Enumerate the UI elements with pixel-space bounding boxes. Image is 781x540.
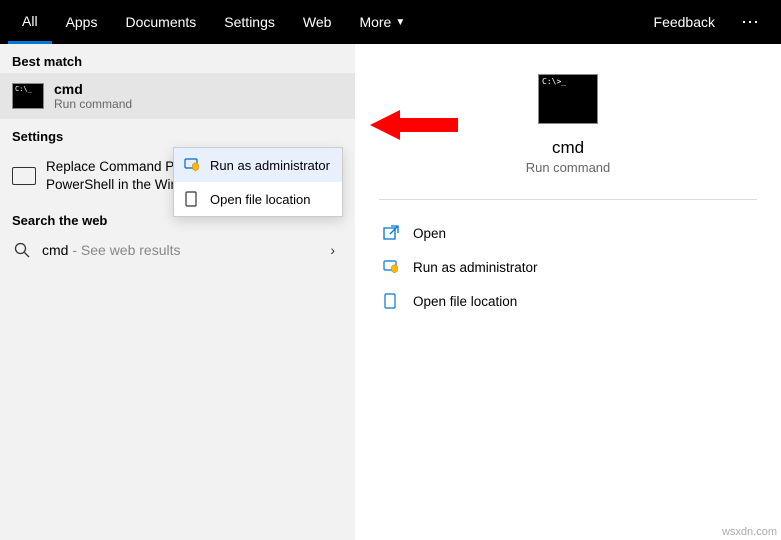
red-arrow-annotation — [370, 105, 460, 145]
cmd-icon — [12, 83, 44, 109]
action-run-as-admin[interactable]: Run as administrator — [379, 250, 757, 284]
preview-title: cmd — [552, 138, 584, 158]
settings-header: Settings — [0, 119, 355, 148]
action-open[interactable]: Open — [379, 216, 757, 250]
best-match-header: Best match — [0, 44, 355, 73]
feedback-button[interactable]: Feedback — [640, 14, 729, 30]
more-options-icon[interactable]: ⋯ — [729, 12, 773, 33]
action-run-as-admin-label: Run as administrator — [413, 260, 538, 275]
web-result-text: cmd - See web results — [42, 242, 324, 258]
action-open-file-location-label: Open file location — [413, 294, 517, 309]
tab-more-label: More — [359, 14, 391, 30]
search-tab-bar: All Apps Documents Settings Web More ▼ F… — [0, 0, 781, 44]
ctx-open-file-location[interactable]: Open file location — [174, 182, 342, 216]
action-open-label: Open — [413, 226, 446, 241]
console-icon — [12, 167, 36, 185]
chevron-right-icon: › — [324, 242, 341, 258]
web-search-result[interactable]: cmd - See web results › — [0, 232, 355, 268]
open-icon — [383, 225, 399, 241]
ctx-run-as-admin-label: Run as administrator — [210, 158, 330, 173]
action-open-file-location[interactable]: Open file location — [379, 284, 757, 318]
divider — [379, 199, 757, 200]
preview-cmd-icon — [538, 74, 598, 124]
chevron-down-icon: ▼ — [395, 17, 405, 28]
ctx-open-file-location-label: Open file location — [210, 192, 310, 207]
tab-settings[interactable]: Settings — [210, 0, 289, 44]
tab-more[interactable]: More ▼ — [345, 0, 419, 44]
watermark: wsxdn.com — [722, 526, 777, 538]
best-match-cmd[interactable]: cmd Run command — [0, 73, 355, 119]
folder-location-icon — [383, 293, 399, 309]
result-subtitle: Run command — [54, 97, 132, 111]
ctx-run-as-admin[interactable]: Run as administrator — [174, 148, 342, 182]
shield-admin-icon — [184, 157, 200, 173]
preview-subtitle: Run command — [526, 160, 611, 175]
shield-admin-icon — [383, 259, 399, 275]
folder-location-icon — [184, 191, 200, 207]
tab-apps[interactable]: Apps — [52, 0, 112, 44]
tab-web[interactable]: Web — [289, 0, 346, 44]
results-panel: Best match cmd Run command Run as admini… — [0, 44, 355, 540]
tab-all[interactable]: All — [8, 0, 52, 44]
search-icon — [14, 242, 30, 258]
tab-documents[interactable]: Documents — [111, 0, 210, 44]
context-menu: Run as administrator Open file location — [173, 147, 343, 217]
result-title: cmd — [54, 81, 132, 97]
